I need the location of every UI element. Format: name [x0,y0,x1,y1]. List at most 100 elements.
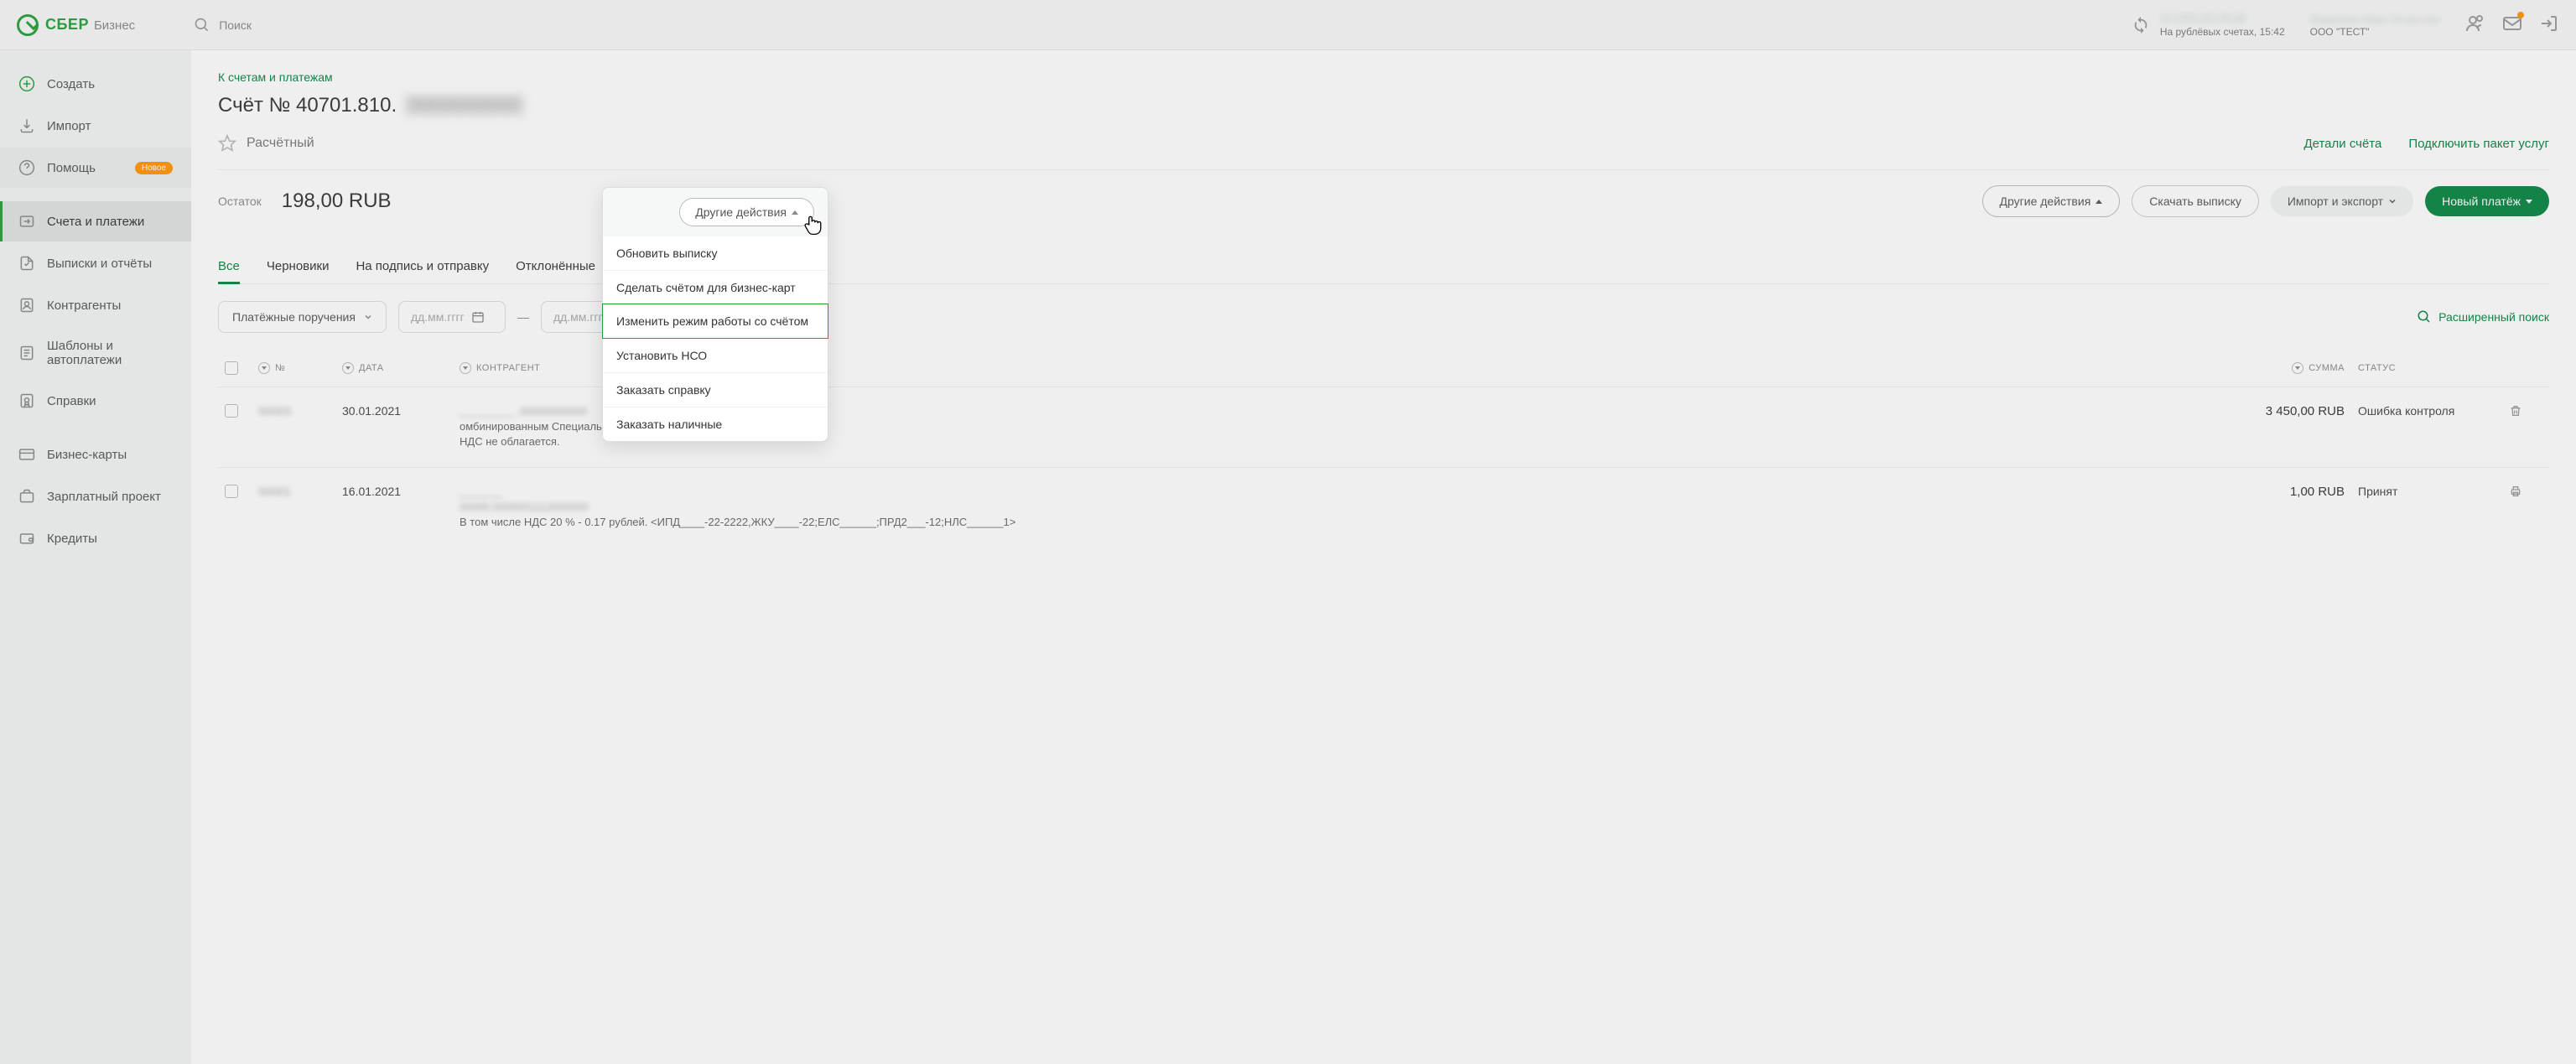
search-placeholder: Поиск [219,18,252,32]
briefcase-icon [18,488,35,505]
sidebar-item-statements[interactable]: Выписки и отчёты [0,243,191,283]
balance-label: Остаток [218,195,262,208]
balance-block[interactable]: 10 000,00 RUB На рублёвых счетах, 15:42 [2132,12,2285,38]
main-content: К счетам и платежам Счёт № 40701.810. 00… [191,50,2576,1064]
table-header: № ДАТА КОНТРАГЕНТ СУММА СТАТУС [218,350,2549,387]
other-actions-dropdown-trigger[interactable]: Другие действия [679,198,814,226]
logo-text-main: СБЕР [45,16,89,34]
sort-icon[interactable] [460,362,471,374]
table-row[interactable]: 00001 16.01.2021 _______ 00000.000000111… [218,467,2549,548]
card-icon [18,446,35,463]
notification-dot [2517,12,2524,18]
help-icon [18,159,35,176]
mail-icon[interactable] [2502,13,2522,36]
page-title: Счёт № 40701.810. 0000000000 [218,94,2549,117]
column-num: № [275,363,285,373]
column-status: СТАТУС [2358,363,2396,373]
template-icon [18,345,35,361]
star-icon[interactable] [218,134,236,153]
row-print-button[interactable] [2509,485,2542,501]
table-row[interactable]: 00003 30.01.2021 _________ .00000000000 … [218,387,2549,467]
header-balance-sub: На рублёвых счетах, 15:42 [2160,26,2285,38]
tab-drafts[interactable]: Черновики [267,249,330,283]
org-block[interactable]: Фамилия Имя Отчество ООО "ТЕСТ" [2310,13,2440,38]
sidebar-item-certificates[interactable]: Справки [0,381,191,421]
select-all-checkbox[interactable] [225,361,238,375]
balance-value: 198,00 RUB [282,189,392,213]
sidebar-item-help[interactable]: Помощь Новое [0,148,191,188]
profile-icon[interactable] [2465,13,2485,36]
sidebar-item-credits[interactable]: Кредиты [0,518,191,558]
account-type: Расчётный [218,134,314,153]
dropdown-item-change-mode[interactable]: Изменить режим работы со счётом [602,304,828,339]
badge-new: Новое [135,162,173,174]
date-separator: — [517,310,529,324]
cell-status: Принят [2358,485,2509,498]
contacts-icon [18,297,35,314]
dropdown-item-certificate[interactable]: Заказать справку [603,372,828,407]
column-agent: КОНТРАГЕНТ [476,363,540,373]
row-checkbox[interactable] [225,485,238,498]
sidebar-label: Счета и платежи [47,215,144,229]
sidebar-item-payroll[interactable]: Зарплатный проект [0,476,191,516]
cell-status: Ошибка контроля [2358,404,2509,418]
sidebar-item-cards[interactable]: Бизнес-карты [0,434,191,475]
refresh-icon [2132,16,2150,34]
link-details[interactable]: Детали счёта [2303,137,2381,151]
tab-all[interactable]: Все [218,249,240,283]
dropdown-item-refresh[interactable]: Обновить выписку [603,236,828,270]
download-statement-button[interactable]: Скачать выписку [2132,185,2259,217]
row-checkbox[interactable] [225,404,238,418]
link-packages[interactable]: Подключить пакет услуг [2408,137,2549,151]
other-actions-dropdown: Другие действия Обновить выписку Сделать… [602,187,828,442]
sidebar-item-create[interactable]: Создать [0,64,191,104]
sidebar-label: Создать [47,77,95,91]
cell-date: 16.01.2021 [342,485,460,498]
sort-icon[interactable] [342,362,354,374]
filter-type-select[interactable]: Платёжные поручения [218,301,387,333]
other-actions-button[interactable]: Другие действия [1982,185,2121,217]
sort-icon[interactable] [2292,362,2303,374]
chevron-down-icon [2388,197,2397,205]
cursor-icon [802,213,825,236]
cell-agent: _______ 00000.0000001112000000 В том чис… [460,485,2224,531]
document-icon [18,255,35,272]
import-export-button[interactable]: Импорт и экспорт [2271,186,2413,216]
column-date: ДАТА [359,363,384,373]
dropdown-item-cash[interactable]: Заказать наличные [603,407,828,441]
search-input[interactable]: Поиск [194,17,252,34]
dropdown-item-nso[interactable]: Установить НСО [603,338,828,372]
calendar-icon [471,310,485,324]
breadcrumb[interactable]: К счетам и платежам [218,70,2549,84]
logo-icon [17,14,39,36]
sidebar-label: Бизнес-карты [47,448,127,462]
certificate-icon [18,392,35,409]
tab-sign[interactable]: На подпись и отправку [356,249,489,283]
sidebar-item-import[interactable]: Импорт [0,106,191,146]
tab-rejected[interactable]: Отклонённые [516,249,595,283]
sidebar-label: Импорт [47,119,91,133]
exit-icon[interactable] [2539,13,2559,36]
advanced-search-link[interactable]: Расширенный поиск [2417,309,2549,324]
new-payment-button[interactable]: Новый платёж [2425,186,2549,216]
sort-icon[interactable] [258,362,270,374]
sidebar-label: Выписки и отчёты [47,257,152,271]
header: СБЕР Бизнес Поиск 10 000,00 RUB На рублё… [0,0,2576,50]
row-delete-button[interactable] [2509,404,2542,420]
wallet-icon [18,530,35,547]
sidebar-item-accounts[interactable]: Счета и платежи [0,201,191,241]
sidebar-label: Кредиты [47,532,97,546]
chevron-down-icon [364,313,372,321]
cell-num: 00001 [258,485,342,498]
dropdown-item-business-card[interactable]: Сделать счётом для бизнес-карт [603,270,828,304]
sidebar: Создать Импорт Помощь Новое Счета и плат… [0,50,191,1064]
sidebar-item-templates[interactable]: Шаблоны и автоплатежи [0,327,191,379]
org-sub: ООО "ТЕСТ" [2310,26,2440,38]
plus-icon [18,75,35,92]
sidebar-label: Контрагенты [47,298,121,313]
sidebar-item-counterparties[interactable]: Контрагенты [0,285,191,325]
logo[interactable]: СБЕР Бизнес [17,14,135,36]
column-sum: СУММА [2309,363,2345,373]
date-from-input[interactable]: дд.мм.гггг [398,301,506,333]
header-balance: 10 000,00 RUB [2160,12,2246,26]
